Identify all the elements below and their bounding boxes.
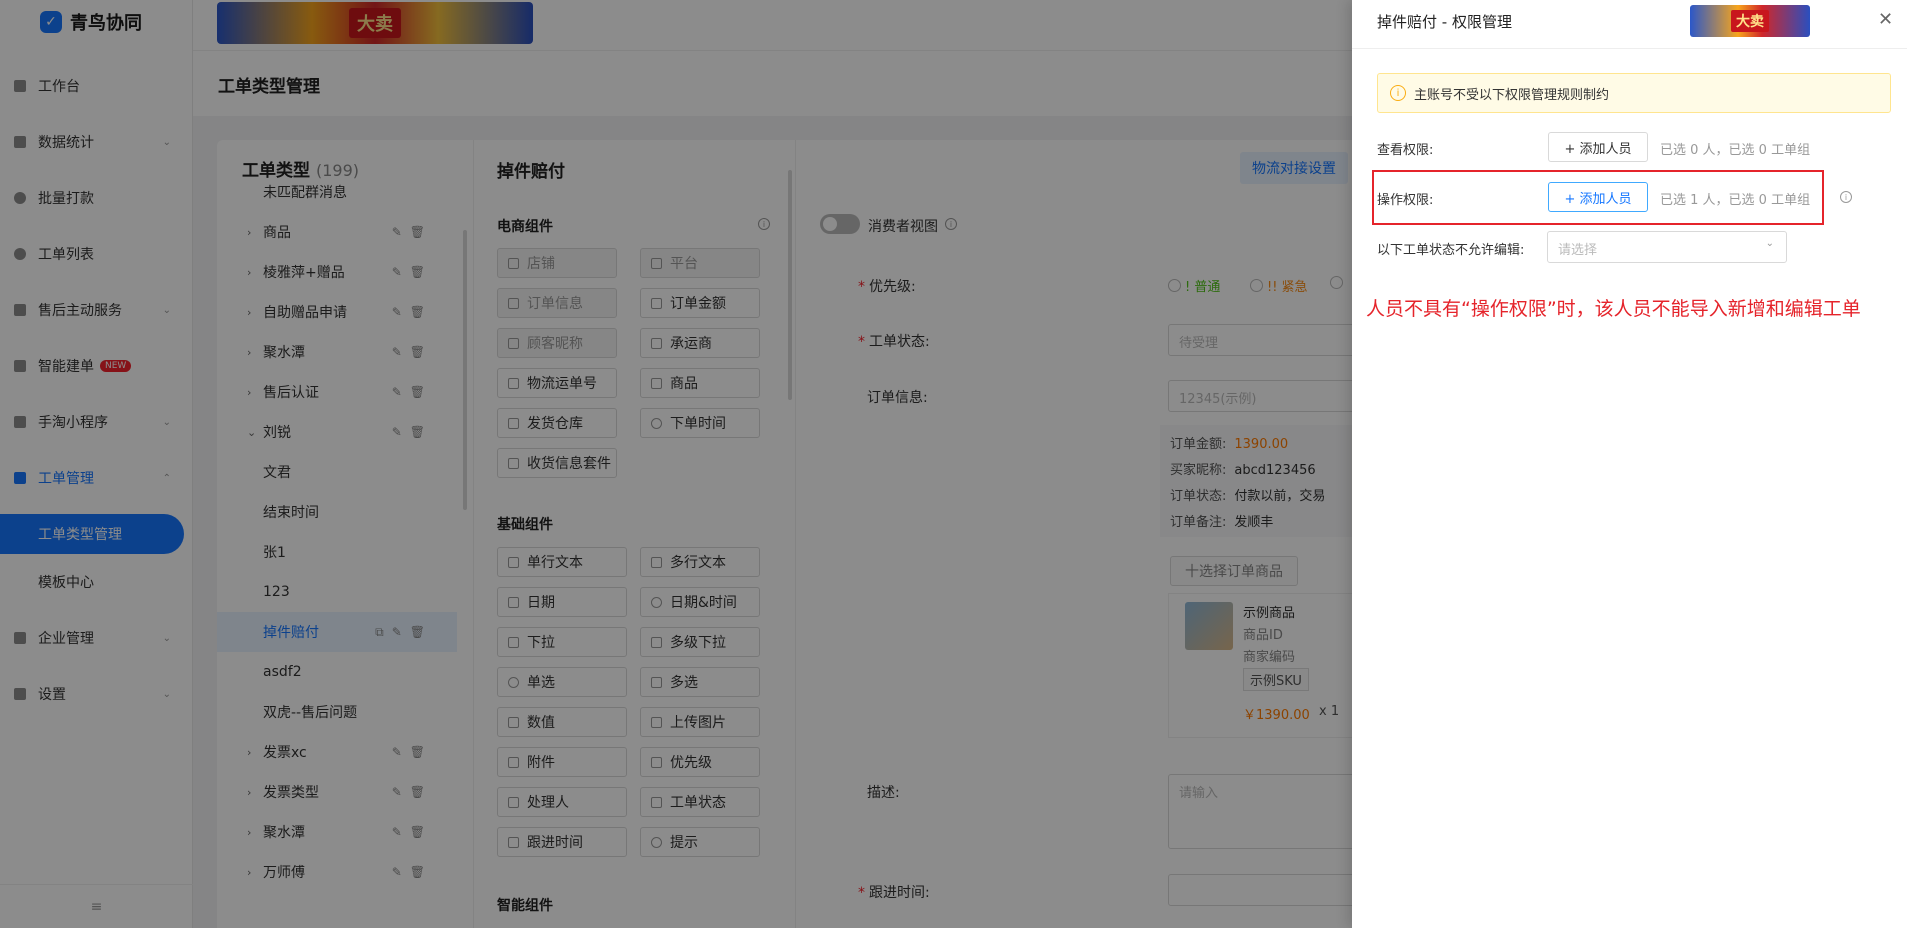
drawer-title: 掉件赔付 - 权限管理 — [1377, 13, 1512, 31]
annotation-text: 人员不具有“操作权限”时，该人员不能导入新增和编辑工单 — [1366, 298, 1861, 320]
lock-status-label: 以下工单状态不允许编辑: — [1377, 243, 1525, 258]
view-add-member-button[interactable]: + 添加人员 — [1548, 132, 1648, 162]
chevron-down-icon: ⌄ — [1765, 238, 1774, 249]
modal-mask[interactable] — [0, 0, 1352, 928]
permission-drawer: 掉件赔付 - 权限管理 大卖 ✕ i 主账号不受以下权限管理规则制约 查看权限: … — [1352, 0, 1907, 928]
operation-add-member-button[interactable]: + 添加人员 — [1548, 182, 1648, 212]
view-selected-info: 已选 0 人，已选 0 工单组 — [1660, 143, 1811, 158]
drawer-promo-banner[interactable]: 大卖 — [1690, 5, 1810, 37]
lock-status-select[interactable]: 请选择 ⌄ — [1547, 231, 1787, 263]
info-icon: i — [1390, 85, 1406, 101]
close-icon[interactable]: ✕ — [1878, 9, 1893, 30]
info-icon[interactable]: i — [1840, 191, 1852, 203]
notice-banner: i 主账号不受以下权限管理规则制约 — [1377, 73, 1891, 113]
operation-selected-info: 已选 1 人，已选 0 工单组 — [1660, 193, 1811, 208]
view-permission-label: 查看权限: — [1377, 143, 1434, 158]
drawer-divider — [1352, 48, 1907, 49]
operation-permission-label: 操作权限: — [1377, 193, 1434, 208]
app-root: ✓ 青鸟协同 工作台 数据统计 ⌄ 批量打款 工单列表 售后主动服务 ⌄ 智能建单 N… — [0, 0, 1907, 928]
